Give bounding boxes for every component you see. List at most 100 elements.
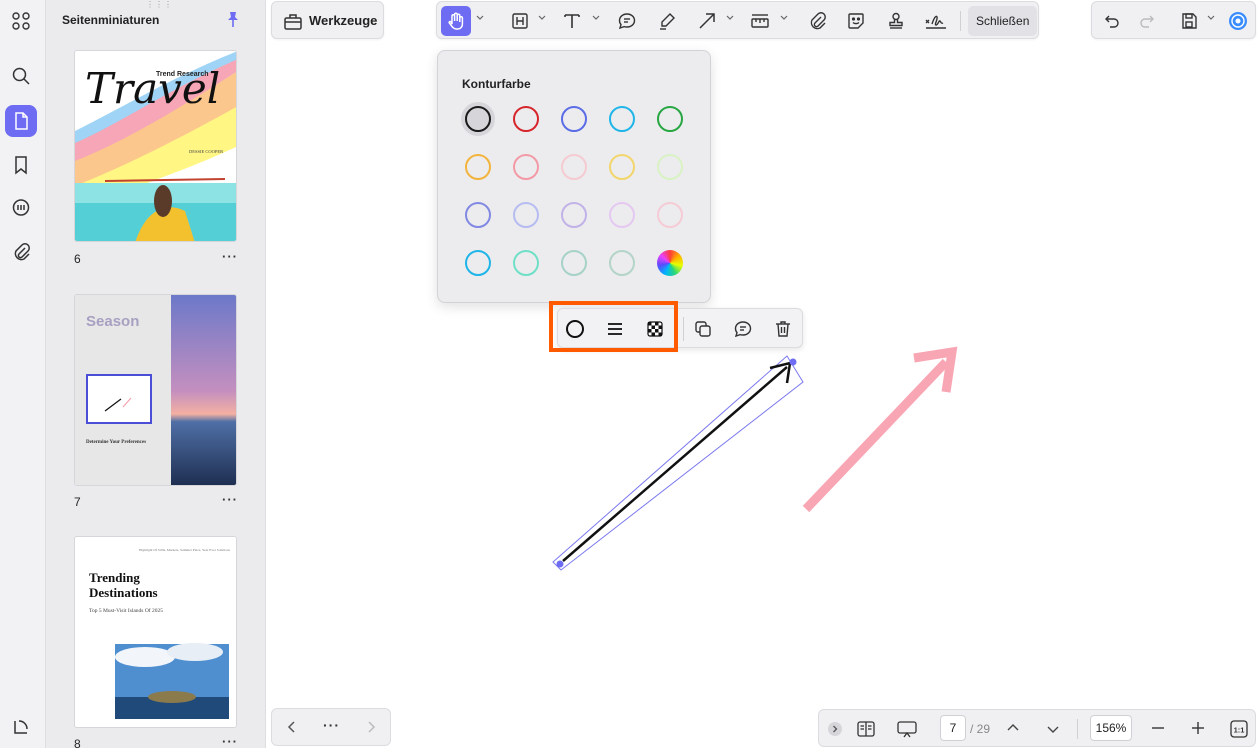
line-width-icon bbox=[608, 323, 622, 335]
history-toolbar bbox=[1091, 1, 1256, 39]
toolbar-separator bbox=[683, 317, 684, 341]
zoom-in-icon[interactable] bbox=[1191, 721, 1205, 735]
chevron-down-icon[interactable] bbox=[476, 15, 484, 21]
ai-assistant-icon bbox=[1229, 12, 1247, 30]
tools-label: Werkzeuge bbox=[309, 13, 378, 28]
reading-mode-icon[interactable] bbox=[856, 720, 876, 738]
chevron-down-icon[interactable] bbox=[1207, 15, 1215, 21]
color-swatch[interactable] bbox=[609, 154, 635, 180]
highlighter-icon bbox=[660, 13, 675, 30]
save-icon bbox=[1182, 13, 1197, 29]
color-swatch[interactable] bbox=[465, 202, 491, 228]
arrow-icon bbox=[699, 13, 715, 29]
add-comment-button[interactable] bbox=[730, 316, 756, 342]
undo-button[interactable] bbox=[1098, 6, 1124, 36]
redo-button[interactable] bbox=[1135, 6, 1161, 36]
total-pages-label: / 29 bbox=[970, 722, 991, 736]
color-swatch[interactable] bbox=[561, 106, 587, 132]
zoom-level-input[interactable]: 156% bbox=[1090, 715, 1132, 741]
stamp-tool-button[interactable] bbox=[883, 6, 909, 36]
close-tools-button[interactable]: Schließen bbox=[968, 6, 1038, 36]
color-swatch[interactable] bbox=[513, 250, 539, 276]
save-button[interactable] bbox=[1176, 6, 1202, 36]
shape-context-toolbar bbox=[557, 308, 803, 348]
chevron-left-icon[interactable] bbox=[285, 720, 299, 734]
arrow-tool-button[interactable] bbox=[694, 6, 720, 36]
chevron-up-icon[interactable] bbox=[1006, 721, 1020, 735]
delete-button[interactable] bbox=[770, 316, 796, 342]
color-swatch[interactable] bbox=[609, 202, 635, 228]
comment-bubble-icon bbox=[734, 321, 752, 338]
chevron-down-icon[interactable] bbox=[592, 15, 600, 21]
paperclip-icon bbox=[810, 12, 826, 30]
actual-size-icon[interactable]: 1:1 bbox=[1229, 719, 1249, 739]
color-swatch[interactable] bbox=[513, 106, 539, 132]
chevron-down-icon[interactable] bbox=[1046, 722, 1060, 736]
color-swatch[interactable] bbox=[657, 154, 683, 180]
status-bar: 7 / 29 156% 1:1 bbox=[818, 709, 1256, 747]
tools-toggle-button[interactable]: Werkzeuge bbox=[271, 1, 384, 39]
text-box-tool-button[interactable] bbox=[507, 6, 533, 36]
undo-icon bbox=[1105, 15, 1119, 28]
collapse-toggle-icon[interactable] bbox=[827, 721, 843, 737]
copy-icon bbox=[695, 321, 711, 337]
color-swatch[interactable] bbox=[657, 202, 683, 228]
toolbar-separator bbox=[1077, 719, 1078, 739]
arrow-end-handle[interactable] bbox=[789, 358, 797, 366]
ruler-icon bbox=[751, 14, 769, 28]
checkerboard-icon bbox=[647, 321, 663, 337]
chevron-right-icon[interactable] bbox=[364, 720, 378, 734]
color-swatch[interactable] bbox=[465, 154, 491, 180]
line-width-button[interactable] bbox=[602, 316, 628, 342]
duplicate-button[interactable] bbox=[690, 316, 716, 342]
color-swatch[interactable] bbox=[609, 106, 635, 132]
color-swatch[interactable] bbox=[465, 250, 491, 276]
svg-text:1:1: 1:1 bbox=[1234, 726, 1245, 735]
text-icon bbox=[564, 14, 580, 28]
chevron-down-icon[interactable] bbox=[538, 15, 546, 21]
opacity-button[interactable] bbox=[642, 316, 668, 342]
circle-outline-icon bbox=[566, 320, 584, 338]
color-swatch[interactable] bbox=[561, 250, 587, 276]
measure-tool-button[interactable] bbox=[747, 6, 773, 36]
highlighter-tool-button[interactable] bbox=[654, 6, 680, 36]
color-swatch[interactable] bbox=[561, 154, 587, 180]
toolbar-separator bbox=[960, 11, 961, 31]
current-page-input[interactable]: 7 bbox=[940, 715, 966, 741]
ai-assistant-button[interactable] bbox=[1225, 6, 1251, 36]
stroke-color-popup: Konturfarbe bbox=[437, 50, 711, 303]
chevron-down-icon[interactable] bbox=[780, 15, 788, 21]
color-swatch[interactable] bbox=[513, 154, 539, 180]
toolbox-icon bbox=[284, 14, 302, 30]
annotation-toolbar: Schließen bbox=[436, 1, 1039, 39]
color-swatch[interactable] bbox=[609, 250, 635, 276]
hand-icon bbox=[448, 12, 464, 30]
page-navigation-bar: ··· bbox=[271, 708, 391, 746]
color-swatch[interactable] bbox=[657, 106, 683, 132]
text-box-icon bbox=[512, 13, 528, 29]
sticker-tool-button[interactable] bbox=[843, 6, 869, 36]
stroke-color-button[interactable] bbox=[562, 316, 588, 342]
pink-arrow[interactable] bbox=[802, 358, 950, 513]
hand-tool-button[interactable] bbox=[441, 6, 471, 36]
text-tool-button[interactable] bbox=[559, 6, 585, 36]
color-swatch[interactable] bbox=[513, 202, 539, 228]
arrow-start-handle[interactable] bbox=[556, 560, 564, 568]
signature-tool-button[interactable] bbox=[921, 6, 951, 36]
redo-icon bbox=[1140, 15, 1154, 28]
presentation-icon[interactable] bbox=[896, 720, 918, 738]
comment-tool-button[interactable] bbox=[614, 6, 640, 36]
selected-arrow[interactable] bbox=[562, 366, 788, 562]
custom-color-swatch[interactable] bbox=[657, 250, 683, 276]
zoom-out-icon[interactable] bbox=[1151, 721, 1165, 735]
color-swatch[interactable] bbox=[465, 106, 491, 132]
comment-bubble-icon bbox=[618, 13, 636, 30]
chevron-down-icon[interactable] bbox=[726, 15, 734, 21]
signature-icon bbox=[925, 15, 946, 29]
sticker-icon bbox=[848, 13, 864, 29]
attach-tool-button[interactable] bbox=[804, 6, 830, 36]
more-options-icon[interactable]: ··· bbox=[323, 717, 340, 733]
color-swatch[interactable] bbox=[561, 202, 587, 228]
trash-icon bbox=[776, 321, 790, 337]
popup-title: Konturfarbe bbox=[462, 77, 531, 91]
